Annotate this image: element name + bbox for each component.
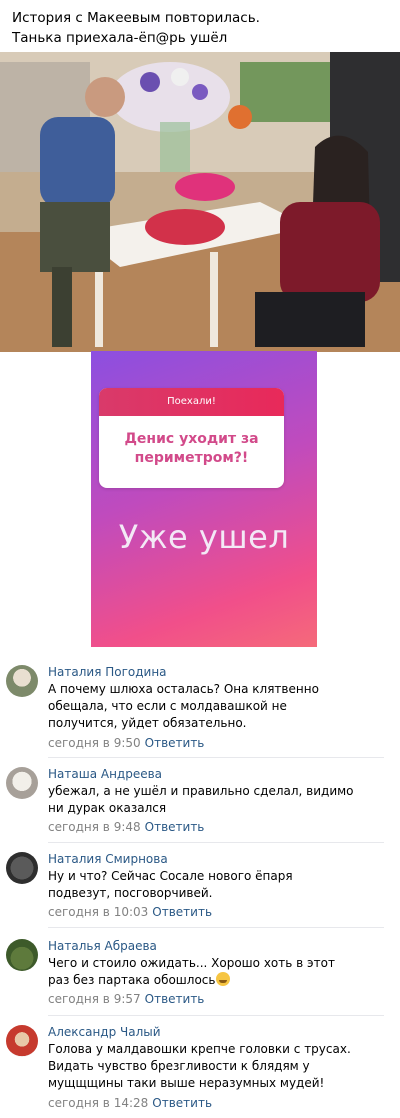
comment-time[interactable]: сегодня в 10:03: [48, 905, 148, 919]
comment-text: Ну и что? Сейчас Сосале нового ёпаря под…: [48, 868, 348, 902]
comment-text-line: обещала, что если с молдавашкой не: [48, 699, 287, 713]
comment-text-line: Голова у малдавошки крепче головки с тру…: [48, 1042, 351, 1056]
post-text: История с Макеевым повторилась. Танька п…: [12, 8, 392, 48]
comment-author[interactable]: Наташа Андреева: [48, 767, 162, 781]
comment-item: Александр Чалый Голова у малдавошки креп…: [0, 1020, 400, 1118]
comment-item: Наталия Погодина А почему шлюха осталась…: [0, 660, 400, 758]
comment-divider: [48, 842, 384, 843]
grinning-sweat-emoji-icon: [216, 972, 231, 986]
comment-meta: сегодня в 9:48 Ответить: [48, 820, 204, 834]
avatar[interactable]: [6, 767, 38, 799]
comment-text-line: получится, уйдет обязательно.: [48, 716, 247, 730]
comment-text-line: ни дурак оказался: [48, 801, 167, 815]
post-text-line-1: История с Макеевым повторилась.: [12, 10, 260, 26]
comment-text-fragment: раз без партака обошлось: [48, 973, 216, 987]
comment-text-line: Чего и стоило ожидать... Хорошо хоть в э…: [48, 956, 335, 970]
question-sticker-text: Денис уходит за периметром?!: [99, 416, 284, 468]
avatar[interactable]: [6, 1025, 38, 1057]
avatar[interactable]: [6, 665, 38, 697]
comment-time[interactable]: сегодня в 14:28: [48, 1096, 148, 1110]
avatar[interactable]: [6, 939, 38, 971]
comment-text: А почему шлюха осталась? Она клятвенно о…: [48, 681, 348, 732]
question-sticker: Поехали! Денис уходит за периметром?!: [99, 388, 284, 488]
post-text-line-2: Танька приехала-ёп@рь ушёл: [12, 30, 228, 46]
comment-item: Наташа Андреева убежал, а не ушёл и прав…: [0, 762, 400, 844]
question-sticker-header: Поехали!: [99, 388, 284, 416]
comment-text-line: Ну и что? Сейчас Сосале нового ёпаря: [48, 869, 293, 883]
comment-time[interactable]: сегодня в 9:50: [48, 736, 141, 750]
comment-meta: сегодня в 10:03 Ответить: [48, 905, 212, 919]
comment-text-line: раз без партака обошлось: [48, 972, 348, 989]
comment-author[interactable]: Наталья Абраева: [48, 939, 157, 953]
comment-text-line: А почему шлюха осталась? Она клятвенно: [48, 682, 319, 696]
comment-divider: [48, 757, 384, 758]
comment-item: Наталья Абраева Чего и стоило ожидать...…: [0, 934, 400, 1016]
comment-divider: [48, 1015, 384, 1016]
comment-author[interactable]: Александр Чалый: [48, 1025, 161, 1039]
reply-link[interactable]: Ответить: [145, 992, 205, 1006]
comment-author[interactable]: Наталия Погодина: [48, 665, 167, 679]
comment-text: Голова у малдавошки крепче головки с тру…: [48, 1041, 351, 1092]
story-image[interactable]: Поехали! Денис уходит за периметром?! Уж…: [91, 351, 317, 647]
reply-link[interactable]: Ответить: [152, 1096, 212, 1110]
comment-text: убежал, а не ушёл и правильно сделал, ви…: [48, 783, 354, 817]
comment-item: Наталия Смирнова Ну и что? Сейчас Сосале…: [0, 847, 400, 929]
comment-text-line: подвезут, посговорчивей.: [48, 886, 213, 900]
comment-divider: [48, 927, 384, 928]
question-line-1: Денис уходит за: [124, 431, 259, 447]
kitchen-scene-image: [0, 52, 400, 352]
story-answer-text: Уже ушел: [118, 518, 290, 556]
post-photo[interactable]: [0, 52, 400, 352]
question-line-2: периметром?!: [134, 450, 249, 466]
comment-text-line: убежал, а не ушёл и правильно сделал, ви…: [48, 784, 354, 798]
comment-text-line: Видать чувство брезгливости к блядям у: [48, 1059, 310, 1073]
comment-author[interactable]: Наталия Смирнова: [48, 852, 168, 866]
comment-meta: сегодня в 9:50 Ответить: [48, 736, 204, 750]
comment-time[interactable]: сегодня в 9:48: [48, 820, 141, 834]
reply-link[interactable]: Ответить: [145, 820, 205, 834]
comment-text: Чего и стоило ожидать... Хорошо хоть в э…: [48, 955, 348, 989]
reply-link[interactable]: Ответить: [145, 736, 205, 750]
comment-time[interactable]: сегодня в 9:57: [48, 992, 141, 1006]
avatar[interactable]: [6, 852, 38, 884]
comment-meta: сегодня в 14:28 Ответить: [48, 1096, 212, 1110]
comment-meta: сегодня в 9:57 Ответить: [48, 992, 204, 1006]
comment-text-line: мущщщины таки выше неразумных мудей!: [48, 1076, 325, 1090]
reply-link[interactable]: Ответить: [152, 905, 212, 919]
